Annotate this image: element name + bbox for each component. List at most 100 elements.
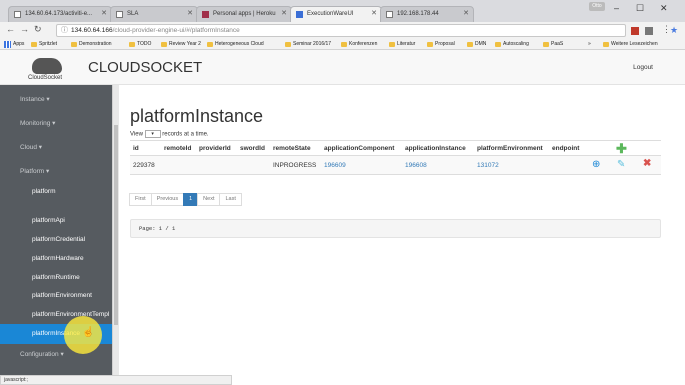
bookmark-item[interactable]: Autoscaling xyxy=(494,40,529,49)
cloud-icon xyxy=(32,58,62,74)
delete-icon[interactable]: ✖ xyxy=(643,158,651,169)
page-icon xyxy=(386,11,393,18)
sidebar-item-instance[interactable]: Instance ▾ xyxy=(0,90,112,110)
bookmark-item[interactable]: Konferenzen xyxy=(340,40,377,49)
table-row: 229378 INPROGRESS 196609 196608 131072 ⊕… xyxy=(130,156,661,175)
menu-icon[interactable]: ⋮ xyxy=(662,24,671,35)
browser-tab[interactable]: SLA ✕ xyxy=(110,6,198,22)
bookmarks-overflow[interactable]: » xyxy=(588,40,591,49)
brand-title[interactable]: CLOUDSOCKET xyxy=(88,59,202,76)
folder-icon xyxy=(389,42,395,47)
column-header-providerid[interactable]: providerId xyxy=(199,145,231,152)
column-header-remoteid[interactable]: remoteId xyxy=(164,145,191,152)
bookmark-item[interactable]: Literatur xyxy=(388,40,415,49)
cell-platformenvironment-link[interactable]: 131072 xyxy=(477,162,499,169)
url-input[interactable]: ⓘ 134.60.64.166/cloud-provider-engine-ui… xyxy=(56,24,678,37)
folder-icon xyxy=(603,42,609,47)
browser-tab[interactable]: 192.168.178.44 ✕ xyxy=(380,6,474,22)
status-bar: javascript:; xyxy=(0,375,232,385)
sidebar-item-platform[interactable]: Platform ▾ xyxy=(0,162,112,182)
folder-icon xyxy=(495,42,501,47)
forward-icon[interactable]: → xyxy=(20,24,29,34)
bookmark-item[interactable]: Proposal xyxy=(426,40,455,49)
cell-applicationcomponent-link[interactable]: 196609 xyxy=(324,162,346,169)
browser-tab-active[interactable]: ExecutionWareUI ✕ xyxy=(290,6,382,22)
app-navbar: CloudSocket CLOUDSOCKET Logout xyxy=(0,50,685,85)
apps-icon xyxy=(4,41,11,48)
sidebar-item-platformhardware[interactable]: platformHardware xyxy=(0,249,112,269)
minimize-icon[interactable]: – xyxy=(614,3,619,13)
maximize-icon[interactable]: ☐ xyxy=(636,3,644,14)
page-icon xyxy=(296,11,303,18)
bookmark-star-icon[interactable]: ★ xyxy=(670,25,678,36)
page-info: Page: 1 / 1 xyxy=(130,219,661,238)
bookmark-item[interactable]: TODO xyxy=(128,40,151,49)
sidebar-item-platformapi[interactable]: platformApi xyxy=(0,211,112,231)
zoom-in-icon[interactable]: ⊕ xyxy=(592,159,600,170)
close-window-icon[interactable]: ✕ xyxy=(660,3,668,14)
column-header-swordid[interactable]: swordId xyxy=(240,145,265,152)
close-icon[interactable]: ✕ xyxy=(101,7,107,21)
add-record-icon[interactable]: ✚ xyxy=(616,141,627,157)
sidebar-item-platformenvironment[interactable]: platformEnvironment xyxy=(0,286,112,306)
close-icon[interactable]: ✕ xyxy=(281,7,287,21)
bookmark-item[interactable]: Review Year 2 xyxy=(160,40,201,49)
sidebar-item-monitoring[interactable]: Monitoring ▾ xyxy=(0,114,112,134)
pager-last[interactable]: Last xyxy=(219,193,242,206)
close-icon[interactable]: ✕ xyxy=(463,7,469,21)
folder-icon xyxy=(467,42,473,47)
sidebar-item-platformruntime[interactable]: platformRuntime xyxy=(0,268,112,288)
info-icon[interactable]: ⓘ xyxy=(61,25,68,36)
bookmark-item[interactable]: Seminar 2016/17 xyxy=(284,40,331,49)
table-header: id remoteId providerId swordId remoteSta… xyxy=(130,140,661,156)
browser-tab[interactable]: 134.60.64.173/activiti-e... ✕ xyxy=(8,6,112,22)
bookmark-item[interactable]: Demonstration xyxy=(70,40,112,49)
bookmark-item[interactable]: Spritzlet xyxy=(30,40,57,49)
scrollbar-thumb[interactable] xyxy=(114,125,118,325)
cell-applicationinstance-link[interactable]: 196608 xyxy=(405,162,427,169)
bookmark-item[interactable]: DMN xyxy=(466,40,486,49)
folder-icon xyxy=(285,42,291,47)
column-header-remotestate[interactable]: remoteState xyxy=(273,145,311,152)
pager-first[interactable]: First xyxy=(129,193,152,206)
column-header-applicationinstance[interactable]: applicationInstance xyxy=(405,145,466,152)
browser-tab[interactable]: Personal apps | Heroku ✕ xyxy=(196,6,292,22)
close-icon[interactable]: ✕ xyxy=(371,7,377,21)
heroku-icon xyxy=(202,11,209,18)
column-header-endpoint[interactable]: endpoint xyxy=(552,145,579,152)
sidebar-item-platform-sub[interactable]: platform xyxy=(0,182,112,202)
browser-tab-strip: 134.60.64.173/activiti-e... ✕ SLA ✕ Person… xyxy=(0,0,685,22)
cloudsocket-logo[interactable]: CloudSocket xyxy=(28,58,70,86)
bookmarks-bar: Apps Spritzlet Demonstration TODO Review… xyxy=(0,39,685,50)
folder-icon xyxy=(71,42,77,47)
extension-icon[interactable] xyxy=(631,27,639,35)
pager-previous[interactable]: Previous xyxy=(150,193,185,206)
column-header-id[interactable]: id xyxy=(133,145,139,152)
page-title: platformInstance xyxy=(130,106,264,126)
bookmark-apps[interactable]: Apps xyxy=(4,40,24,49)
page-icon xyxy=(14,11,21,18)
reload-icon[interactable]: ↻ xyxy=(34,24,42,35)
bookmark-item[interactable]: Heterogeneous Cloud xyxy=(206,40,264,49)
page-size-select[interactable]: ▾ xyxy=(144,130,161,138)
pagination: First Previous 1 Next Last xyxy=(129,193,242,206)
close-icon[interactable]: ✕ xyxy=(187,7,193,21)
bookmark-item[interactable]: Weitere Lesezeichen xyxy=(602,40,658,49)
sidebar-item-platformcredential[interactable]: platformCredential xyxy=(0,230,112,250)
sidebar-scrollbar[interactable] xyxy=(112,85,119,375)
bookmark-icon xyxy=(31,42,37,47)
cell-remotestate: INPROGRESS xyxy=(273,162,317,169)
pager-next[interactable]: Next xyxy=(197,193,221,206)
page-size-row: View ▾ records at a time. xyxy=(130,130,209,138)
sidebar-item-cloud[interactable]: Cloud ▾ xyxy=(0,138,112,158)
back-icon[interactable]: ← xyxy=(6,24,15,34)
edit-icon[interactable]: ✎ xyxy=(617,159,625,170)
extension-icon[interactable] xyxy=(645,27,653,35)
profile-button[interactable]: Otto xyxy=(589,2,605,11)
hand-cursor-icon: ☝ xyxy=(82,327,95,338)
logout-link[interactable]: Logout xyxy=(633,64,653,71)
column-header-platformenvironment[interactable]: platformEnvironment xyxy=(477,145,543,152)
column-header-applicationcomponent[interactable]: applicationComponent xyxy=(324,145,394,152)
bookmark-item[interactable]: PaaS xyxy=(542,40,563,49)
pager-page-1[interactable]: 1 xyxy=(183,193,199,206)
